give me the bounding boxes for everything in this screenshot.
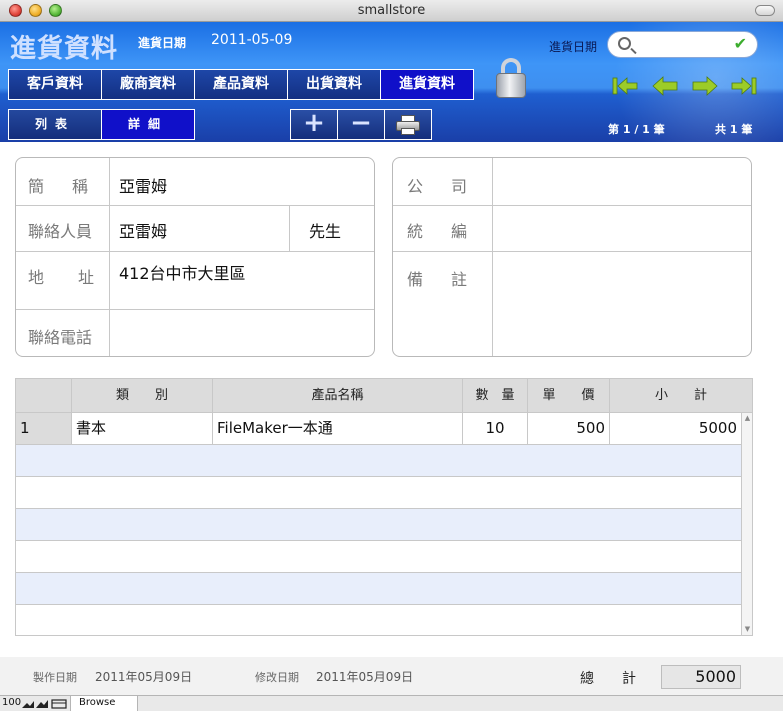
- checkmark-icon[interactable]: ✔: [734, 34, 747, 53]
- address-row: 地址 412台中市大里區: [16, 252, 374, 310]
- last-record-icon[interactable]: [731, 75, 757, 97]
- table-row[interactable]: 1 書本 FileMaker一本通 10 500 5000: [16, 413, 741, 445]
- unit-price-cell[interactable]: 500: [528, 413, 610, 444]
- scroll-down-icon[interactable]: ▼: [743, 625, 752, 634]
- table-row[interactable]: [16, 509, 741, 541]
- col-quantity: 數 量: [463, 379, 528, 413]
- app-window: smallstore 進貨資料 進貨日期 2011-05-09 進貨日期 ✔ 客…: [0, 0, 783, 711]
- col-index: [16, 379, 72, 413]
- printer-icon: [396, 115, 420, 135]
- company-panel: 公司 統編 備註: [392, 157, 752, 357]
- tab-list-view[interactable]: 列表: [8, 109, 102, 140]
- record-position: 第 1 / 1 筆: [608, 123, 665, 136]
- mode-indicator[interactable]: Browse: [70, 696, 138, 711]
- tax-id-row: 統編: [393, 206, 751, 252]
- tab-detail-view[interactable]: 詳細: [101, 109, 195, 140]
- page-title: 進貨資料: [10, 34, 119, 64]
- address-label: 地址: [28, 268, 129, 287]
- modified-date: 2011年05月09日: [316, 670, 414, 684]
- view-tabs: 列表 詳細: [8, 109, 195, 140]
- record-tools: + −: [290, 109, 432, 140]
- title-bar: smallstore: [0, 0, 783, 22]
- prev-record-icon[interactable]: [652, 75, 678, 97]
- note-label: 備註: [407, 270, 496, 289]
- short-name-row: 簡稱 亞雷姆: [16, 158, 374, 206]
- tab-customers[interactable]: 客戶資料: [8, 69, 102, 100]
- close-window-button[interactable]: [9, 4, 22, 17]
- total-label: 總計: [580, 671, 664, 687]
- company-label: 公司: [407, 177, 496, 196]
- add-record-button[interactable]: +: [290, 109, 338, 140]
- status-bar: 100 Browse: [0, 695, 783, 711]
- status-icons: [22, 699, 68, 709]
- date-label: 進貨日期: [138, 36, 187, 50]
- phone-row: 聯絡電話: [16, 310, 374, 356]
- tab-purchases[interactable]: 進貨資料: [380, 69, 474, 100]
- record-total: 共 1 筆: [715, 123, 753, 136]
- product-name-cell[interactable]: FileMaker一本通: [213, 413, 463, 444]
- address-field[interactable]: 412台中市大里區: [119, 260, 246, 284]
- search-field[interactable]: ✔: [607, 31, 758, 58]
- table-header: 類 別 產品名稱 數 量 單 價 小 計: [16, 379, 752, 413]
- phone-label: 聯絡電話: [28, 328, 93, 347]
- created-date: 2011年05月09日: [95, 670, 193, 684]
- table-row[interactable]: [16, 605, 741, 635]
- col-product-name: 產品名稱: [213, 379, 463, 413]
- zoom-level[interactable]: 100: [2, 697, 21, 708]
- lock-icon[interactable]: [496, 58, 526, 98]
- date-value: 2011-05-09: [211, 32, 293, 48]
- contact-row: 聯絡人員 亞雷姆 先生: [16, 206, 374, 252]
- col-unit-price: 單 價: [528, 379, 610, 413]
- search-label: 進貨日期: [549, 40, 598, 54]
- tab-vendors[interactable]: 廠商資料: [101, 69, 195, 100]
- search-icon: [618, 37, 631, 50]
- created-label: 製作日期: [33, 671, 77, 684]
- module-tabs: 客戶資料 廠商資料 產品資料 出貨資料 進貨資料: [8, 69, 474, 100]
- table-row[interactable]: [16, 445, 741, 477]
- toolbar-toggle-button[interactable]: [755, 5, 775, 16]
- table-row[interactable]: [16, 541, 741, 573]
- delete-record-button[interactable]: −: [337, 109, 385, 140]
- tab-shipments[interactable]: 出貨資料: [287, 69, 381, 100]
- subtotal-cell: 5000: [698, 419, 737, 437]
- vendor-panel: 簡稱 亞雷姆 聯絡人員 亞雷姆 先生 地址 412台中市大里區 聯絡電話: [15, 157, 375, 357]
- footer: 製作日期 2011年05月09日 修改日期 2011年05月09日 總計 500…: [0, 657, 783, 695]
- first-record-icon[interactable]: [612, 75, 638, 97]
- row-index: 1: [16, 413, 72, 444]
- modified-label: 修改日期: [255, 671, 299, 684]
- category-cell[interactable]: 書本: [72, 413, 213, 444]
- tax-id-label: 統編: [407, 222, 496, 241]
- contact-label: 聯絡人員: [28, 222, 93, 241]
- note-row: 備註: [393, 252, 751, 356]
- short-name-label: 簡稱: [28, 177, 117, 196]
- contact-title-field[interactable]: 先生: [309, 218, 341, 242]
- table-scrollbar[interactable]: ▲ ▼: [741, 413, 752, 635]
- table-row[interactable]: [16, 477, 741, 509]
- items-table: 類 別 產品名稱 數 量 單 價 小 計 1 書本 FileMaker一本通 1…: [15, 378, 753, 636]
- col-category: 類 別: [72, 379, 213, 413]
- minimize-window-button[interactable]: [29, 4, 42, 17]
- window-title: smallstore: [357, 3, 426, 18]
- zoom-window-button[interactable]: [49, 4, 62, 17]
- tab-products[interactable]: 產品資料: [194, 69, 288, 100]
- short-name-field[interactable]: 亞雷姆: [119, 173, 167, 197]
- total-value: 5000: [661, 665, 741, 689]
- company-row: 公司: [393, 158, 751, 206]
- next-record-icon[interactable]: [692, 75, 718, 97]
- table-row[interactable]: [16, 573, 741, 605]
- col-subtotal: 小 計: [654, 388, 707, 403]
- scroll-up-icon[interactable]: ▲: [743, 414, 752, 423]
- print-button[interactable]: [384, 109, 432, 140]
- quantity-cell[interactable]: 10: [463, 413, 528, 444]
- header: 進貨資料 進貨日期 2011-05-09 進貨日期 ✔ 客戶資料 廠商資料 產品…: [0, 22, 783, 142]
- search-input[interactable]: [638, 36, 728, 54]
- contact-field[interactable]: 亞雷姆: [119, 218, 167, 242]
